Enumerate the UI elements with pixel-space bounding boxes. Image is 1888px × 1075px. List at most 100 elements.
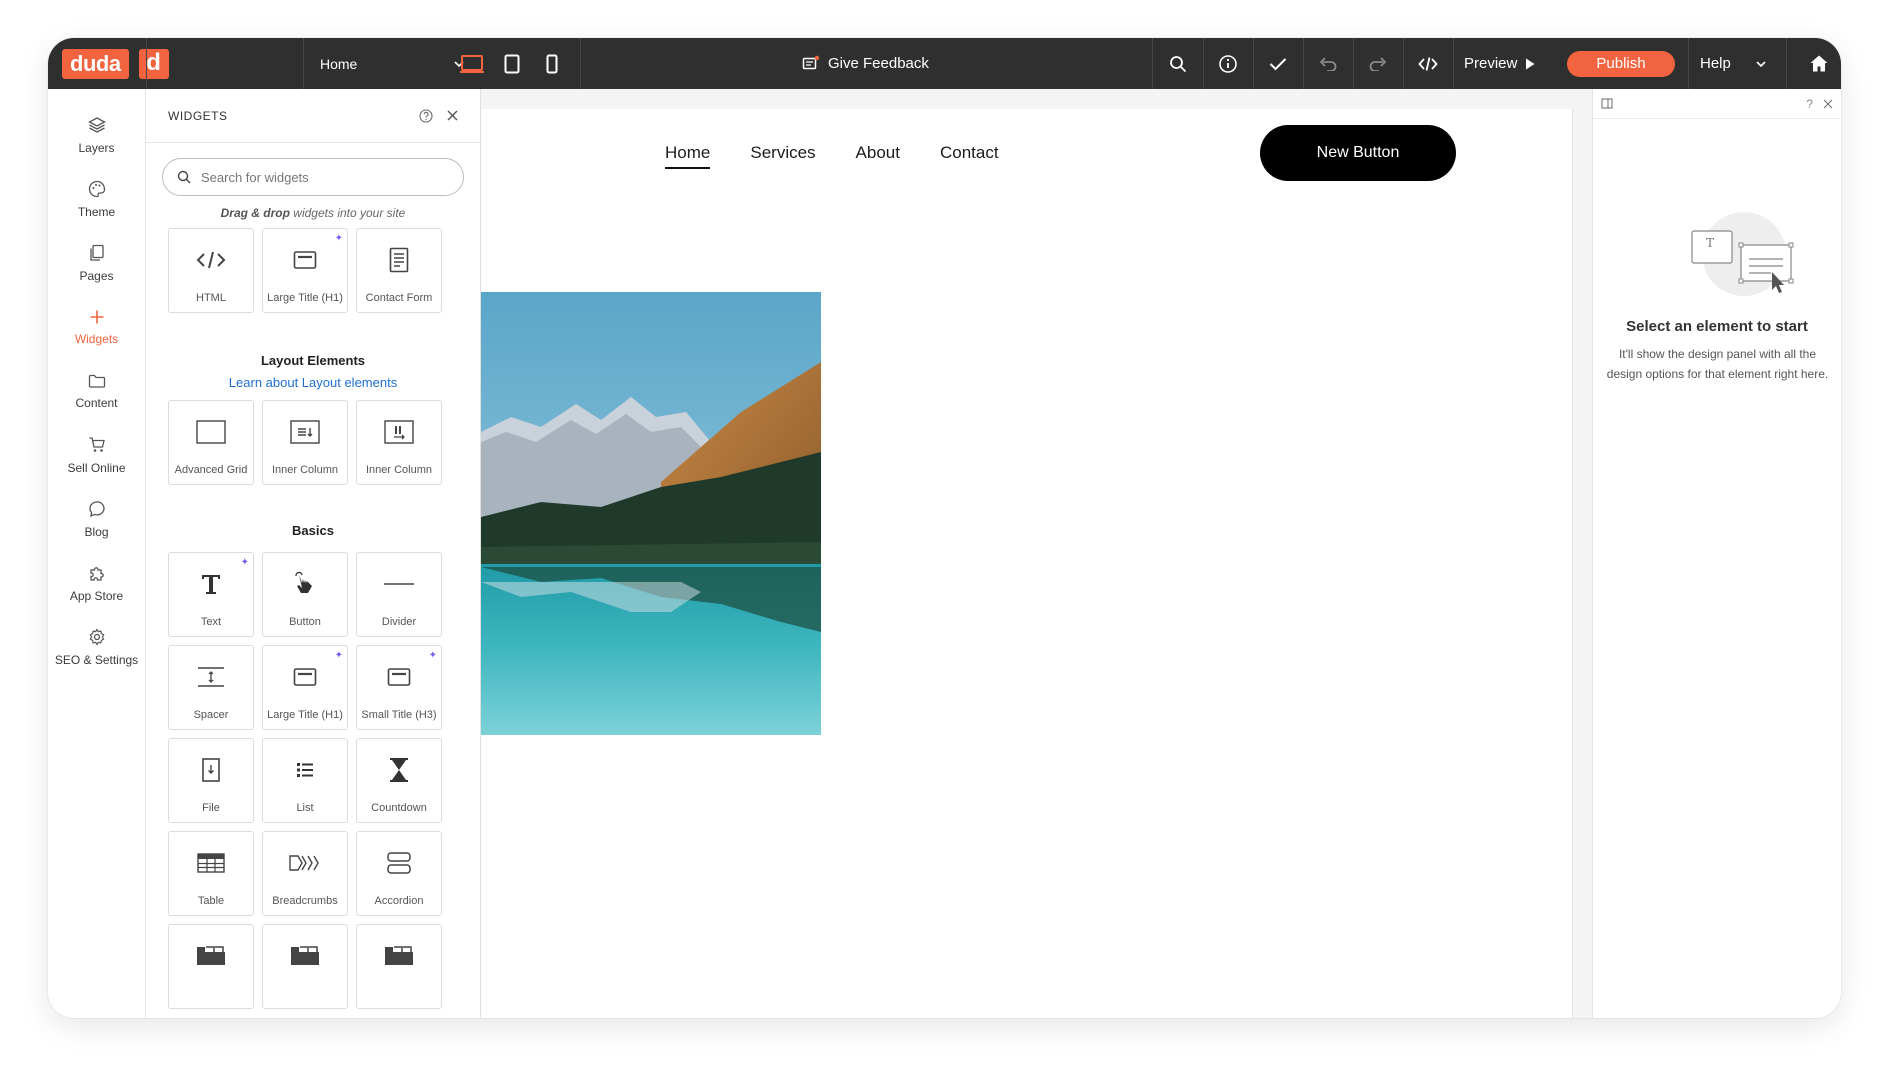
widget-label: Divider — [381, 616, 417, 628]
editor-canvas: Home Services About Contact New Button — [481, 89, 1573, 1018]
widget-tile-breadcrumbs[interactable]: Breadcrumbs — [262, 831, 348, 916]
widget-grid-top: HTML ✦ Large Title (H1) Contact Form — [146, 228, 480, 313]
page-selector[interactable]: Home — [318, 38, 474, 89]
panel-title: WIDGETS — [168, 108, 228, 123]
widget-tile-table[interactable]: Table — [168, 831, 254, 916]
inner-column-icon — [290, 420, 320, 444]
text-t-icon — [202, 575, 220, 594]
tabs-icon — [197, 946, 225, 965]
help-question-icon[interactable]: ? — [1806, 97, 1813, 111]
nav-link-contact[interactable]: Contact — [940, 143, 999, 169]
widget-tile-countdown[interactable]: Countdown — [356, 738, 442, 823]
puzzle-icon — [89, 566, 104, 581]
toolbar-divider — [303, 38, 304, 89]
widget-label: Small Title (H3) — [361, 709, 437, 721]
widget-tile-large-title[interactable]: ✦ Large Title (H1) — [262, 645, 348, 730]
desktop-view-button[interactable] — [452, 38, 492, 89]
svg-text:T: T — [1706, 236, 1714, 250]
design-panel: ? T Select an element to start It'll sho… — [1592, 89, 1841, 1018]
ai-sparkle-icon: ✦ — [334, 650, 343, 661]
widget-tile-button[interactable]: Button — [262, 552, 348, 637]
palette-icon — [88, 180, 105, 197]
widget-tile-list[interactable]: List — [262, 738, 348, 823]
checklist-button[interactable] — [1253, 38, 1303, 89]
nav-link-services[interactable]: Services — [750, 143, 815, 169]
left-sidebar: Layers Theme Pages Widgets Content Sell … — [48, 89, 146, 1018]
widget-search-input[interactable]: Search for widgets — [162, 158, 464, 196]
widget-tile-spacer[interactable]: Spacer — [168, 645, 254, 730]
widget-tile-divider[interactable]: Divider — [356, 552, 442, 637]
developer-mode-button[interactable] — [1403, 38, 1453, 89]
title-box-icon — [293, 668, 317, 686]
sidebar-item-content[interactable]: Content — [48, 359, 145, 423]
sidebar-item-layers[interactable]: Layers — [48, 103, 145, 167]
info-icon — [1219, 54, 1237, 73]
widget-tile-html[interactable]: HTML — [168, 228, 254, 313]
device-switcher — [452, 38, 572, 89]
widget-tile-advanced-grid[interactable]: Advanced Grid — [168, 400, 254, 485]
widget-tile-small-title[interactable]: ✦ Small Title (H3) — [356, 645, 442, 730]
widget-tile-inner-column-alt[interactable]: Inner Column — [356, 400, 442, 485]
list-icon — [297, 763, 313, 777]
close-icon[interactable] — [1823, 99, 1833, 109]
panel-dock-icon[interactable] — [1601, 98, 1613, 109]
widget-tile-tabs[interactable] — [356, 924, 442, 1009]
sidebar-item-app-store[interactable]: App Store — [48, 551, 145, 615]
widget-tile-text[interactable]: ✦ Text — [168, 552, 254, 637]
dashboard-home-button[interactable] — [1796, 38, 1841, 89]
title-box-icon — [387, 668, 411, 686]
mobile-view-button[interactable] — [532, 38, 572, 89]
chevron-down-icon — [1756, 60, 1766, 67]
select-element-illustration-icon: T — [1691, 212, 1794, 296]
sidebar-item-widgets[interactable]: Widgets — [48, 295, 145, 359]
breadcrumbs-icon — [289, 855, 319, 871]
widget-label: List — [296, 802, 314, 814]
close-icon[interactable] — [447, 110, 458, 121]
sidebar-item-sell-online[interactable]: Sell Online — [48, 423, 145, 487]
duda-logo[interactable]: duda d — [62, 49, 169, 79]
sidebar-item-pages[interactable]: Pages — [48, 231, 145, 295]
design-panel-title: Select an element to start — [1626, 318, 1808, 335]
site-preview[interactable]: Home Services About Contact New Button — [481, 109, 1573, 1018]
widget-tile-tabs[interactable] — [168, 924, 254, 1009]
undo-button[interactable] — [1303, 38, 1353, 89]
redo-button[interactable] — [1353, 38, 1403, 89]
widget-tile-large-title[interactable]: ✦ Large Title (H1) — [262, 228, 348, 313]
preview-button[interactable]: Preview — [1464, 38, 1535, 89]
tablet-icon — [504, 54, 520, 73]
sidebar-item-label: Theme — [77, 204, 116, 219]
widget-label: Inner Column — [365, 464, 433, 476]
nav-link-about[interactable]: About — [856, 143, 900, 169]
search-button[interactable] — [1153, 38, 1203, 89]
preview-label: Preview — [1464, 55, 1518, 72]
info-button[interactable] — [1203, 38, 1253, 89]
give-feedback-button[interactable]: Give Feedback — [802, 38, 929, 89]
widget-label: Contact Form — [365, 292, 433, 304]
help-circle-icon[interactable] — [419, 108, 433, 123]
hourglass-icon — [390, 758, 408, 782]
help-menu[interactable]: Help — [1688, 38, 1778, 89]
layout-elements-link[interactable]: Learn about Layout elements — [146, 375, 480, 390]
layers-icon — [87, 116, 106, 133]
sidebar-item-seo-settings[interactable]: SEO & Settings — [48, 615, 145, 679]
drag-hint-text: widgets into your site — [289, 206, 406, 220]
publish-button[interactable]: Publish — [1567, 51, 1675, 77]
widget-label: Spacer — [193, 709, 229, 721]
sidebar-item-blog[interactable]: Blog — [48, 487, 145, 551]
widget-tile-contact-form[interactable]: Contact Form — [356, 228, 442, 313]
widget-label: Countdown — [371, 802, 427, 814]
hand-pointer-icon — [295, 571, 312, 593]
mountain-lake-image[interactable] — [481, 292, 821, 735]
widget-tile-tabs[interactable] — [262, 924, 348, 1009]
tablet-view-button[interactable] — [492, 38, 532, 89]
sidebar-item-theme[interactable]: Theme — [48, 167, 145, 231]
widget-tile-accordion[interactable]: Accordion — [356, 831, 442, 916]
widget-tile-file[interactable]: File — [168, 738, 254, 823]
site-new-button[interactable]: New Button — [1260, 125, 1456, 181]
sidebar-item-label: Sell Online — [67, 460, 126, 475]
widget-tile-inner-column[interactable]: Inner Column — [262, 400, 348, 485]
nav-link-home[interactable]: Home — [665, 143, 711, 169]
search-icon — [177, 170, 191, 184]
select-element-illustration: T — [1689, 209, 1799, 309]
widgets-panel: WIDGETS Search for widgets Drag & drop w… — [146, 89, 481, 1018]
